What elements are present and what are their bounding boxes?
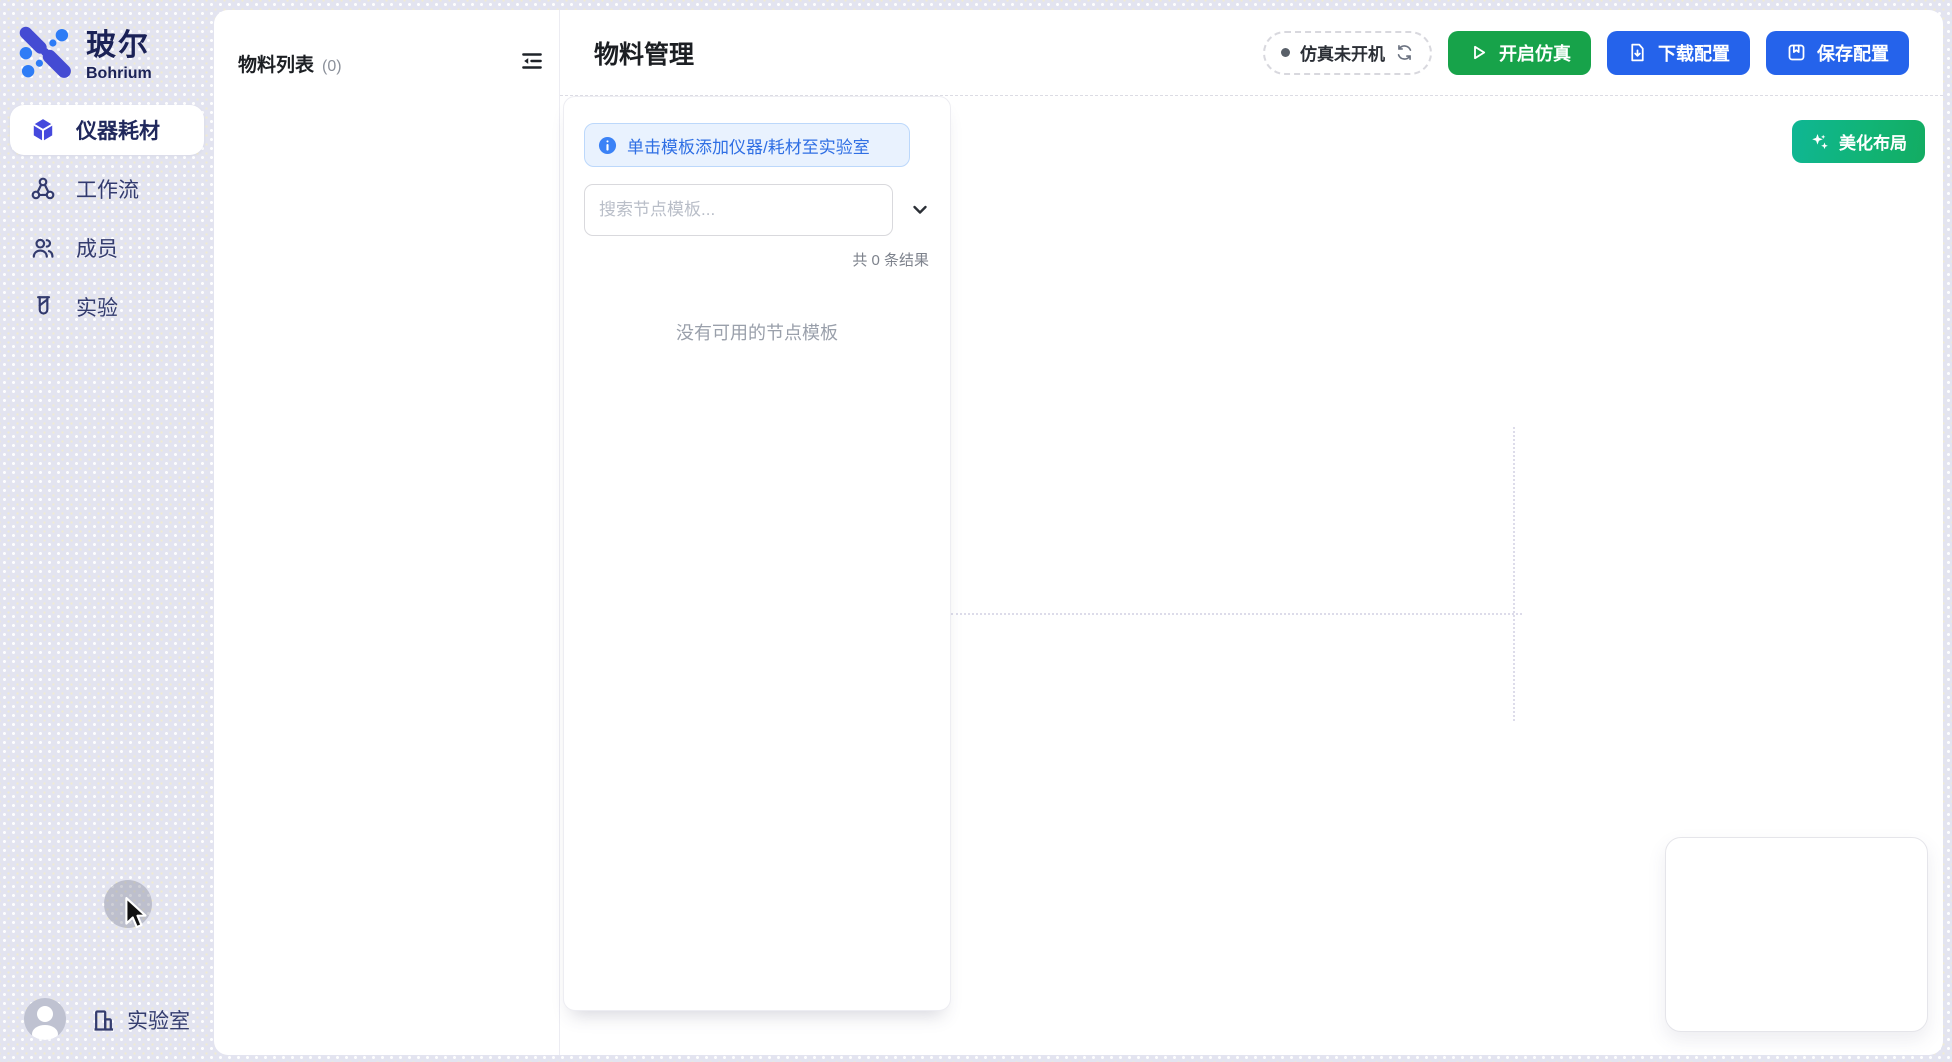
status-dot-icon (1281, 48, 1290, 57)
workspace-label: 实验室 (127, 1005, 190, 1035)
chevron-down-icon[interactable] (910, 200, 930, 220)
save-config-label: 保存配置 (1817, 40, 1889, 66)
material-list-panel: 物料列表 (0) (214, 10, 560, 1055)
avatar[interactable] (24, 998, 66, 1040)
simulation-canvas[interactable]: 单击模板添加仪器/耗材至实验室 共 0 条结果 没有可用的节点模板 美化布 (560, 96, 1943, 1055)
template-search-input[interactable] (584, 184, 893, 236)
save-icon (1786, 42, 1807, 63)
sparkles-icon (1810, 132, 1830, 152)
brand-text: 玻尔 Bohrium (86, 20, 152, 83)
material-list-count: (0) (322, 58, 342, 76)
header-actions: 仿真未开机 开启仿真 下载配置 (1263, 31, 1909, 75)
simulation-status-pill[interactable]: 仿真未开机 (1263, 31, 1432, 75)
beautify-layout-label: 美化布局 (1839, 129, 1907, 154)
brand-logo[interactable]: 玻尔 Bohrium (18, 20, 152, 83)
sidebar-item-label: 工作流 (76, 174, 139, 204)
page-title: 物料管理 (594, 35, 694, 71)
material-list-title: 物料列表 (238, 50, 314, 77)
main-header: 物料管理 仿真未开机 开启仿真 (560, 10, 1943, 96)
template-empty-message: 没有可用的节点模板 (584, 319, 930, 345)
cube-icon (30, 117, 56, 143)
sidebar-item-label: 成员 (76, 233, 118, 263)
file-download-icon (1627, 42, 1648, 63)
save-config-button[interactable]: 保存配置 (1766, 31, 1909, 75)
avatar-placeholder-icon (24, 998, 66, 1040)
material-list-header: 物料列表 (0) (214, 10, 559, 96)
workspace-switcher[interactable]: 实验室 (90, 1005, 190, 1035)
sidebar-item-experiment[interactable]: 实验 (10, 282, 204, 332)
template-hint-text: 单击模板添加仪器/耗材至实验室 (627, 133, 870, 158)
simulation-status-label: 仿真未开机 (1300, 40, 1385, 65)
canvas-guide-vertical (1513, 427, 1515, 721)
sidebar-item-instruments[interactable]: 仪器耗材 (10, 105, 204, 155)
workflow-icon (30, 176, 56, 202)
sidebar-item-label: 仪器耗材 (76, 115, 160, 145)
start-simulation-button[interactable]: 开启仿真 (1448, 31, 1591, 75)
canvas-guide-horizontal (951, 613, 1522, 615)
bohrium-logo-icon (18, 24, 72, 80)
brand-subtitle: Bohrium (86, 65, 152, 83)
start-simulation-label: 开启仿真 (1499, 40, 1571, 66)
refresh-icon[interactable] (1395, 43, 1414, 62)
building-icon (90, 1007, 117, 1034)
main-area: 物料管理 仿真未开机 开启仿真 (560, 10, 1943, 1055)
sidebar-item-members[interactable]: 成员 (10, 223, 204, 273)
template-panel: 单击模板添加仪器/耗材至实验室 共 0 条结果 没有可用的节点模板 (563, 96, 951, 1011)
brand-name: 玻尔 (86, 20, 152, 64)
info-icon (598, 136, 617, 155)
experiment-icon (30, 294, 56, 320)
content-sheet: 物料列表 (0) 物料管理 仿真未开机 (214, 10, 1943, 1055)
sidebar-item-label: 实验 (76, 292, 118, 322)
beautify-layout-button[interactable]: 美化布局 (1792, 120, 1925, 163)
sidebar-footer: 实验室 (0, 998, 214, 1042)
sidebar: 玻尔 Bohrium 仪器耗材 工作流 (0, 0, 214, 1062)
minimap-card[interactable] (1665, 837, 1928, 1032)
sidebar-item-workflow[interactable]: 工作流 (10, 164, 204, 214)
template-hint-banner: 单击模板添加仪器/耗材至实验室 (584, 123, 910, 167)
app-root: { "brand": { "name": "玻尔", "subtitle": "… (0, 0, 1952, 1062)
collapse-panel-icon[interactable] (519, 48, 545, 74)
members-icon (30, 235, 56, 261)
sidebar-nav: 仪器耗材 工作流 成员 (0, 105, 214, 341)
template-search-row (584, 184, 930, 236)
template-result-count: 共 0 条结果 (584, 249, 929, 270)
download-config-label: 下载配置 (1658, 40, 1730, 66)
download-config-button[interactable]: 下载配置 (1607, 31, 1750, 75)
play-icon (1468, 42, 1489, 63)
